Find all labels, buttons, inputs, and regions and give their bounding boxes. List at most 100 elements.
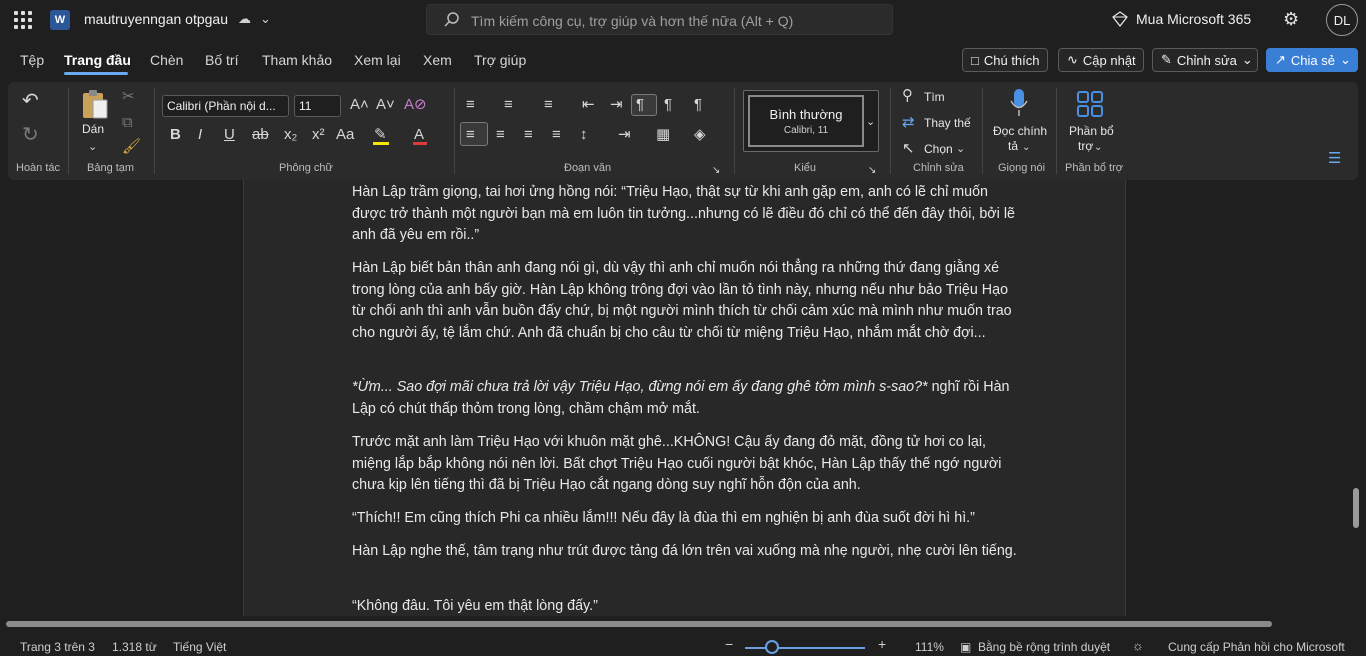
align-right-icon[interactable]: ≡: [524, 126, 533, 144]
font-size-dropdown[interactable]: 11: [294, 95, 341, 117]
search-box[interactable]: Tìm kiếm công cụ, trợ giúp và hơn thế nữ…: [426, 4, 893, 35]
editing-mode-button[interactable]: ✎ Chỉnh sửa ⌄: [1152, 48, 1258, 72]
gear-icon[interactable]: ⚙: [1283, 9, 1299, 30]
shrink-font-icon[interactable]: A˅: [376, 96, 395, 114]
tab-layout[interactable]: Bố trí: [205, 52, 238, 68]
tab-help[interactable]: Trợ giúp: [474, 52, 526, 68]
grow-font-icon[interactable]: A˄: [350, 96, 369, 114]
saved-status-icon[interactable]: ☁: [238, 11, 251, 27]
rtl-text-icon[interactable]: ¶: [664, 96, 672, 114]
ribbon-options-icon[interactable]: ☰: [1328, 150, 1341, 168]
numbering-icon[interactable]: ≡: [504, 96, 513, 114]
shading-icon[interactable]: ◈: [694, 126, 706, 144]
fit-width-label[interactable]: Bằng bề rộng trình duyệt: [978, 640, 1110, 654]
zoom-level[interactable]: 111%: [915, 640, 944, 654]
multilevel-list-icon[interactable]: ≡: [544, 96, 553, 114]
dialog-launcher-icon[interactable]: ↘: [868, 162, 876, 180]
tab-home[interactable]: Trang đầu: [64, 52, 131, 68]
dialog-launcher-icon[interactable]: ↘: [712, 162, 720, 180]
comments-button[interactable]: □ Chú thích: [962, 48, 1048, 72]
undo-icon[interactable]: ↶: [22, 91, 39, 111]
align-center-icon[interactable]: ≡: [496, 126, 505, 144]
tab-references[interactable]: Tham khảo: [262, 52, 332, 68]
bullets-icon[interactable]: ≡: [466, 96, 475, 114]
paragraph[interactable]: Trước mặt anh làm Triệu Hạo với khuôn mặ…: [352, 432, 1022, 497]
justify-icon[interactable]: ≡: [552, 126, 561, 144]
buy-microsoft-365-link[interactable]: Mua Microsoft 365: [1112, 11, 1251, 27]
style-normal[interactable]: Bình thường Calibri, 11: [748, 95, 864, 147]
superscript-icon[interactable]: x²: [312, 126, 325, 144]
increase-indent-icon[interactable]: ⇥: [610, 96, 623, 114]
paragraph[interactable]: Hàn Lập trầm giọng, tai hơi ửng hồng nói…: [352, 182, 1022, 247]
microphone-icon[interactable]: [1009, 88, 1029, 118]
zoom-slider[interactable]: [745, 647, 865, 649]
select-icon[interactable]: ↖: [902, 140, 915, 158]
paragraph-spacing-icon[interactable]: ⇥: [618, 126, 631, 144]
tab-view[interactable]: Xem: [423, 52, 452, 68]
chevron-down-icon[interactable]: ⌄: [956, 140, 965, 158]
format-painter-icon[interactable]: 🖌: [122, 138, 141, 156]
add-ins-icon[interactable]: [1076, 90, 1104, 118]
word-count[interactable]: 1.318 từ: [112, 640, 157, 654]
add-ins-label-2[interactable]: trợ: [1078, 139, 1093, 153]
copy-icon[interactable]: ⧉: [122, 114, 133, 132]
tab-insert[interactable]: Chèn: [150, 52, 183, 68]
dictate-label-2[interactable]: tả: [1008, 139, 1018, 153]
horizontal-scrollbar[interactable]: [6, 621, 1272, 627]
search-placeholder[interactable]: Tìm kiếm công cụ, trợ giúp và hơn thế nữ…: [471, 13, 793, 29]
underline-icon[interactable]: U: [224, 126, 235, 144]
font-name-dropdown[interactable]: Calibri (Phần nội d...: [162, 95, 289, 117]
show-formatting-icon[interactable]: ¶: [694, 96, 702, 114]
paragraph[interactable]: Hàn Lập nghe thế, tâm trạng như trút đượ…: [352, 541, 1022, 563]
replace-label[interactable]: Thay thế: [924, 116, 971, 130]
replace-icon[interactable]: ⇄: [902, 114, 915, 132]
ltr-text-icon[interactable]: ¶: [636, 96, 644, 114]
paragraph[interactable]: “Không đâu. Tôi yêu em thật lòng đấy.”: [352, 596, 1022, 618]
paragraph[interactable]: Hàn Lập biết bản thân anh đang nói gì, d…: [352, 258, 1022, 344]
page-count[interactable]: Trang 3 trên 3: [20, 640, 95, 654]
select-label[interactable]: Chọn: [924, 142, 953, 156]
bold-icon[interactable]: B: [170, 126, 181, 144]
subscript-icon[interactable]: x₂: [284, 126, 297, 144]
chevron-down-icon[interactable]: ⌄: [1022, 139, 1030, 157]
avatar[interactable]: DL: [1326, 4, 1358, 36]
borders-icon[interactable]: ▦: [656, 126, 670, 144]
align-left-icon[interactable]: ≡: [466, 126, 475, 144]
chevron-down-icon[interactable]: ⌄: [866, 113, 875, 131]
tab-file[interactable]: Tệp: [20, 52, 44, 68]
clear-formatting-icon[interactable]: A⊘: [404, 96, 427, 114]
redo-icon[interactable]: ↻: [22, 125, 39, 145]
zoom-in-icon[interactable]: +: [878, 636, 886, 652]
vertical-scrollbar-thumb[interactable]: [1353, 488, 1359, 528]
language[interactable]: Tiếng Việt: [173, 640, 226, 654]
zoom-out-icon[interactable]: −: [725, 636, 733, 652]
find-icon[interactable]: ⚲: [902, 87, 913, 105]
brightness-icon[interactable]: ☼: [1132, 638, 1144, 653]
cut-icon[interactable]: ✂: [122, 88, 135, 106]
find-label[interactable]: Tìm: [924, 90, 945, 104]
decrease-indent-icon[interactable]: ⇤: [582, 96, 595, 114]
change-case-icon[interactable]: Aa: [336, 126, 354, 144]
chevron-down-icon[interactable]: ⌄: [260, 11, 271, 27]
dictate-label[interactable]: Đọc chính: [993, 124, 1047, 138]
zoom-slider-handle[interactable]: [765, 640, 779, 654]
line-spacing-icon[interactable]: ↕: [580, 126, 588, 144]
chevron-down-icon[interactable]: ⌄: [1094, 139, 1102, 157]
styles-gallery[interactable]: Bình thường Calibri, 11 ⌄: [743, 90, 879, 152]
add-ins-label[interactable]: Phần bổ: [1069, 124, 1114, 138]
app-launcher-icon[interactable]: [14, 11, 32, 29]
share-button[interactable]: ↗ Chia sẻ ⌄: [1266, 48, 1358, 72]
italic-icon[interactable]: I: [198, 126, 202, 144]
tab-review[interactable]: Xem lại: [354, 52, 401, 68]
document-title[interactable]: mautruyenngan otpgau: [84, 11, 228, 27]
paragraph-with-italic[interactable]: *Ừm... Sao đợi mãi chưa trả lời vậy Triệ…: [352, 377, 1022, 420]
paste-icon[interactable]: [80, 88, 110, 120]
strikethrough-icon[interactable]: ab: [252, 126, 269, 144]
chevron-down-icon[interactable]: ⌄: [88, 138, 97, 156]
paste-label[interactable]: Dán: [82, 122, 104, 136]
document-page[interactable]: Hàn Lập trầm giọng, tai hơi ửng hồng nói…: [243, 180, 1126, 616]
fit-width-icon[interactable]: ▣: [960, 640, 971, 654]
feedback-link[interactable]: Cung cấp Phản hồi cho Microsoft: [1168, 640, 1345, 654]
catch-up-button[interactable]: ∿ Cập nhật: [1058, 48, 1144, 72]
paragraph[interactable]: “Thích!! Em cũng thích Phi ca nhiều lắm!…: [352, 508, 1022, 530]
